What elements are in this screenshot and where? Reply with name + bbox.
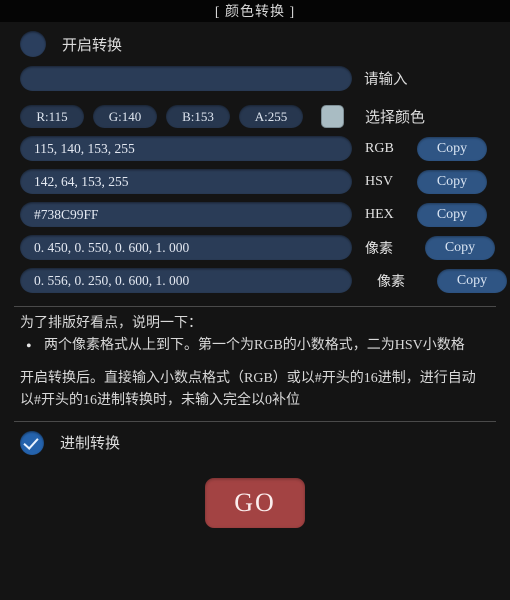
copy-button-hex[interactable]: Copy: [417, 202, 487, 227]
window-title: [ 颜色转换 ]: [214, 5, 296, 20]
choose-color-label: 选择颜色: [365, 110, 426, 126]
value-row-hex: #738C99FF HEX Copy: [0, 198, 510, 231]
value-field-hex[interactable]: #738C99FF: [20, 202, 352, 227]
copy-button-rgb[interactable]: Copy: [417, 136, 487, 161]
radix-conversion-checkbox[interactable]: [20, 430, 44, 455]
copy-button-hsv[interactable]: Copy: [417, 169, 487, 194]
note-usage-line-1: 开启转换后。直接输入小数点格式（RGB）或以#开头的16进制，进行自动: [20, 371, 476, 387]
enable-conversion-label: 开启转换: [62, 37, 123, 54]
value-field-rgb[interactable]: 115, 140, 153, 255: [20, 136, 352, 161]
channel-pill-a[interactable]: A:255: [239, 105, 303, 128]
note-heading: 为了排版好看点，说明一下：: [20, 316, 202, 331]
main-input-label: 请输入: [364, 72, 408, 88]
go-button[interactable]: GO: [205, 477, 305, 528]
radix-conversion-row[interactable]: 进制转换: [0, 422, 510, 460]
radix-conversion-label: 进制转换: [60, 436, 121, 453]
go-button-row: GO: [0, 477, 510, 528]
window-titlebar: [ 颜色转换 ]: [0, 0, 510, 22]
format-label-hsv: HSV: [365, 173, 394, 189]
value-row-pixel-rgb: 0. 450, 0. 550, 0. 600, 1. 000 像素 Copy: [0, 231, 510, 264]
value-field-pixel-hsv[interactable]: 0. 556, 0. 250, 0. 600, 1. 000: [20, 268, 352, 293]
notes-spacer: [0, 356, 510, 368]
channel-pill-b[interactable]: B:153: [166, 105, 230, 128]
note-bullet-item: 两个像素格式从上到下。第一个为RGB的小数格式，二为HSV小数格: [0, 335, 510, 357]
value-field-hsv[interactable]: 142, 64, 153, 255: [20, 169, 352, 194]
enable-conversion-checkbox[interactable]: [20, 31, 46, 57]
copy-button-pixel-rgb[interactable]: Copy: [425, 235, 495, 260]
color-swatch[interactable]: [321, 105, 344, 128]
channel-pill-r[interactable]: R:115: [20, 105, 84, 128]
note-usage-line-2: 以#开头的16进制转换时，未输入完全以0补位: [20, 393, 300, 409]
color-input-field[interactable]: [20, 66, 352, 91]
value-field-pixel-rgb[interactable]: 0. 450, 0. 550, 0. 600, 1. 000: [20, 235, 352, 260]
format-label-pixel-rgb: 像素: [365, 241, 393, 257]
format-label-hex: HEX: [365, 206, 394, 222]
format-label-pixel-hsv: 像素: [377, 274, 405, 290]
color-converter-window: [ 颜色转换 ] 开启转换 请输入 R:115 G:140 B:153 A:25…: [0, 0, 510, 600]
channel-pill-g[interactable]: G:140: [93, 105, 157, 128]
notes-section: 为了排版好看点，说明一下： 两个像素格式从上到下。第一个为RGB的小数格式，二为…: [0, 307, 510, 412]
value-row-pixel-hsv: 0. 556, 0. 250, 0. 600, 1. 000 像素 Copy: [0, 264, 510, 297]
channel-pill-row: R:115 G:140 B:153 A:255 选择颜色: [0, 97, 510, 132]
main-input-row: 请输入: [0, 62, 510, 97]
copy-button-pixel-hsv[interactable]: Copy: [437, 268, 507, 293]
value-row-rgb: 115, 140, 153, 255 RGB Copy: [0, 132, 510, 165]
format-label-rgb: RGB: [365, 140, 394, 156]
enable-conversion-row[interactable]: 开启转换: [0, 22, 510, 62]
value-row-hsv: 142, 64, 153, 255 HSV Copy: [0, 165, 510, 198]
